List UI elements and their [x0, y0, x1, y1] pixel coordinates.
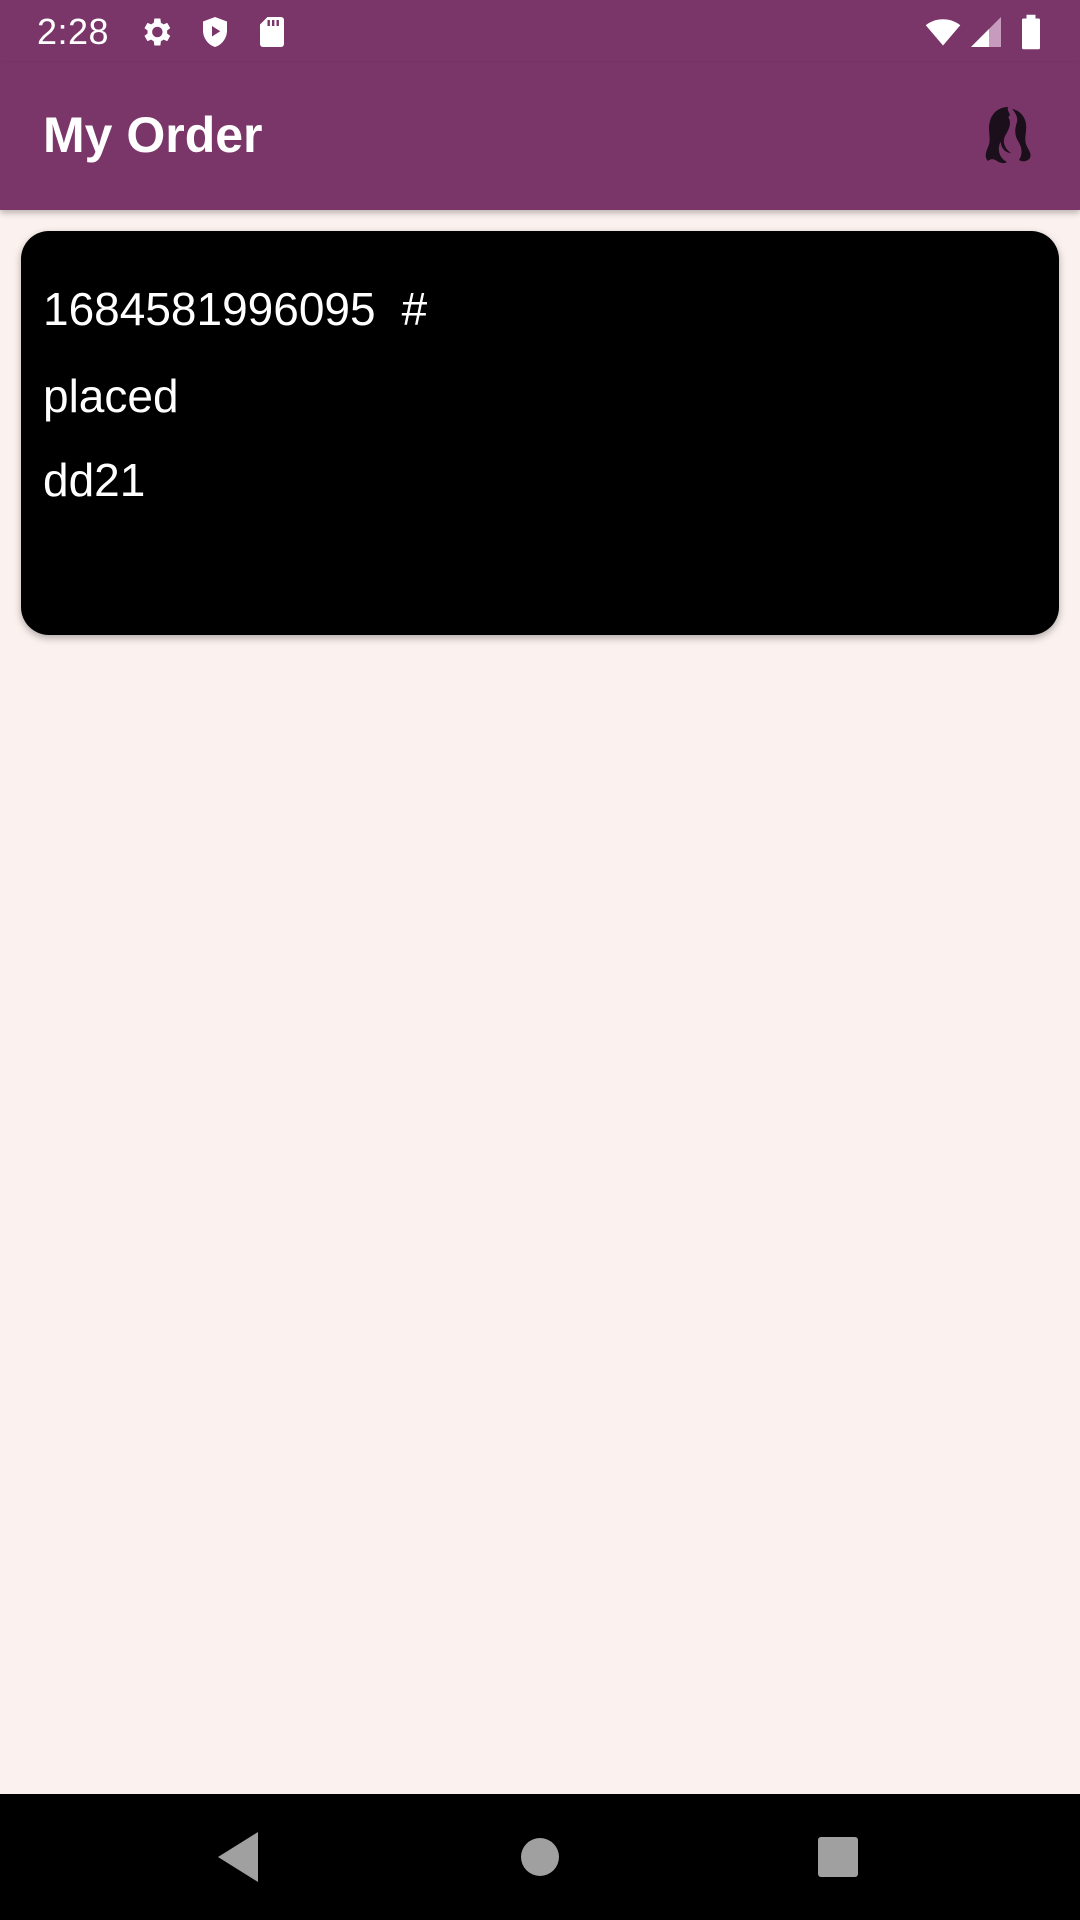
order-id: 1684581996095 — [43, 283, 376, 335]
status-bar: 2:28 — [0, 0, 1080, 63]
page-title: My Order — [43, 107, 263, 163]
shield-play-icon — [203, 17, 227, 47]
battery-icon — [1022, 14, 1040, 50]
home-icon[interactable] — [507, 1824, 573, 1890]
order-code: dd21 — [43, 454, 146, 506]
order-status: placed — [43, 370, 179, 422]
order-id-suffix: # — [401, 283, 428, 335]
app-bar: My Order — [0, 63, 1080, 210]
hair-silhouette-icon — [985, 107, 1031, 164]
screen: 2:28 My Order 1684581996095 # placed dd2… — [0, 0, 1080, 1920]
navigation-bar — [0, 1794, 1080, 1920]
status-time: 2:28 — [37, 11, 110, 52]
settings-icon — [144, 18, 171, 46]
order-id-row: 1684581996095 # — [43, 281, 427, 337]
back-icon[interactable] — [206, 1824, 272, 1890]
order-card[interactable]: 1684581996095 # placed dd21 — [21, 231, 1059, 635]
recents-icon[interactable] — [805, 1824, 871, 1890]
wifi-icon — [925, 19, 961, 46]
signal-icon — [971, 17, 1001, 47]
sd-card-icon — [260, 17, 284, 47]
